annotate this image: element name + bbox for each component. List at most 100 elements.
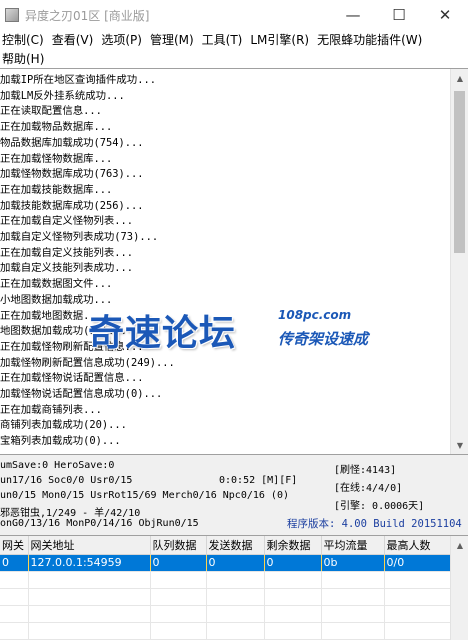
program-version: 程序版本: 4.00 Build 20151104 xyxy=(287,518,462,530)
empty-cell xyxy=(28,588,151,606)
empty-cell xyxy=(0,571,29,589)
status-line-2: un17/16 Soc0/0 Usr0/15 xyxy=(0,475,133,486)
log-line: 正在加载怪物说话配置信息... xyxy=(0,372,144,385)
empty-row xyxy=(0,605,451,623)
log-line: 加载LM反外挂系统成功... xyxy=(0,89,125,102)
empty-cell xyxy=(264,622,322,640)
status-line-1: umSave:0 HeroSave:0 xyxy=(0,460,115,471)
engine-counter: [引擎: 0.0006天] xyxy=(334,501,425,512)
empty-cell xyxy=(321,571,385,589)
empty-cell xyxy=(264,571,322,589)
empty-row xyxy=(0,622,451,640)
empty-cell xyxy=(384,605,451,623)
window-controls: — ☐ ✕ xyxy=(330,0,468,30)
empty-cell xyxy=(206,571,265,589)
log-line: 加载怪物刷新配置信息成功(249)... xyxy=(0,356,175,369)
log-line: 正在加载商铺列表... xyxy=(0,403,102,416)
empty-cell xyxy=(264,605,322,623)
empty-cell xyxy=(321,605,385,623)
log-scrollbar[interactable]: ▲ ▼ xyxy=(450,69,468,454)
scroll-thumb[interactable] xyxy=(454,91,465,253)
empty-cell xyxy=(206,622,265,640)
empty-cell xyxy=(150,588,207,606)
menu-item-r1-3[interactable]: 管理(M) xyxy=(148,31,200,48)
log-line: 加载IP所在地区查询插件成功... xyxy=(0,74,156,86)
online-counter: [在线:4/4/0] xyxy=(334,483,403,494)
menu-item-r1-0[interactable]: 控制(C) xyxy=(0,31,50,48)
empty-cell xyxy=(384,571,451,589)
empty-cell xyxy=(150,605,207,623)
empty-cell xyxy=(0,622,29,640)
empty-cell xyxy=(384,622,451,640)
gateway-table: 网关 网关地址 队列数据 发送数据 剩余数据 平均流量 最高人数 0 127.0.0.1:54… xyxy=(0,535,468,640)
empty-cell xyxy=(28,605,151,623)
menu-item-r1-6[interactable]: 无限蜂功能插件(W) xyxy=(315,31,428,48)
menu-row-2: 帮助(H) xyxy=(0,49,468,68)
column-header[interactable]: 平均流量 xyxy=(321,536,385,555)
column-header[interactable]: 队列数据 xyxy=(150,536,207,555)
log-line: 正在加载自定义技能列表... xyxy=(0,246,134,259)
menu-item-r1-5[interactable]: LM引擎(R) xyxy=(248,31,315,48)
table-scroll-up-icon[interactable]: ▲ xyxy=(451,536,468,554)
log-line: 加载怪物数据库成功(763)... xyxy=(0,168,144,181)
status-panel: umSave:0 HeroSave:0 un17/16 Soc0/0 Usr0/… xyxy=(0,455,468,535)
log-line: 正在加载地图数据... xyxy=(0,309,102,322)
table-cell: 0 xyxy=(150,554,207,572)
menu-row-1: 控制(C) 查看(V) 选项(P) 管理(M) 工具(T) LM引擎(R) 无限蜂功能插件(… xyxy=(0,30,468,49)
log-line: 正在加载怪物刷新配置信息... xyxy=(0,340,144,353)
column-header[interactable]: 发送数据 xyxy=(206,536,265,555)
app-icon xyxy=(5,8,19,22)
table-cell: 0 xyxy=(206,554,265,572)
log-line: 正在加载怪物数据库... xyxy=(0,152,113,165)
scroll-down-icon[interactable]: ▼ xyxy=(451,436,468,454)
menu-bar: 控制(C) 查看(V) 选项(P) 管理(M) 工具(T) LM引擎(R) 无限蜂功能插件(… xyxy=(0,30,468,68)
log-line: 加载怪物说话配置信息成功(0)... xyxy=(0,388,163,401)
column-header[interactable]: 最高人数 xyxy=(384,536,451,555)
empty-cell xyxy=(264,588,322,606)
log-line: 加载技能数据库成功(256)... xyxy=(0,199,144,212)
column-header[interactable]: 剩余数据 xyxy=(264,536,322,555)
empty-cell xyxy=(321,622,385,640)
table-cell: 127.0.0.1:54959 xyxy=(28,554,151,572)
log-lines: 加载IP所在地区查询插件成功... 加载LM反外挂系统成功... 正在读取配置信息.… xyxy=(0,73,448,450)
log-line: 地图数据加载成功(92)... xyxy=(0,325,127,338)
log-line: 物品数据库加载成功(754)... xyxy=(0,136,144,149)
table-cell: 0 xyxy=(0,554,29,572)
empty-row xyxy=(0,588,451,606)
log-panel: 加载IP所在地区查询插件成功... 加载LM反外挂系统成功... 正在读取配置信息.… xyxy=(0,68,468,455)
empty-cell xyxy=(0,605,29,623)
menu-item-r2-0[interactable]: 帮助(H) xyxy=(0,50,50,67)
menu-item-r1-1[interactable]: 查看(V) xyxy=(50,31,100,48)
status-line-3: un0/15 Mon0/15 UsrRot15/69 Merch0/16 Npc… xyxy=(0,490,289,501)
window-title: 异度之刃01区 [商业版] xyxy=(25,8,150,23)
empty-cell xyxy=(206,588,265,606)
table-scrollbar[interactable]: ▲ xyxy=(450,536,468,640)
log-line: 小地图数据加载成功... xyxy=(0,293,113,306)
menu-item-r1-4[interactable]: 工具(T) xyxy=(200,31,249,48)
table-row[interactable]: 0 127.0.0.1:54959 0 0 0 0b 0/0 xyxy=(0,554,451,572)
empty-cell xyxy=(0,588,29,606)
column-header[interactable]: 网关 xyxy=(0,536,29,555)
log-line: 加载自定义怪物列表成功(73)... xyxy=(0,231,159,244)
empty-cell xyxy=(150,571,207,589)
log-line: 正在加载物品数据库... xyxy=(0,121,113,134)
title-bar: 异度之刃01区 [商业版] — ☐ ✕ xyxy=(0,0,468,30)
scroll-up-icon[interactable]: ▲ xyxy=(451,69,468,87)
status-line-5: onG0/13/16 MonP0/14/16 ObjRun0/15 xyxy=(0,518,199,529)
empty-cell xyxy=(150,622,207,640)
status-time: 0:0:52 [M][F] xyxy=(219,475,298,486)
log-line: 正在加载自定义怪物列表... xyxy=(0,215,134,228)
table-cell: 0 xyxy=(264,554,322,572)
log-line: 加载自定义技能列表成功... xyxy=(0,262,134,275)
log-line: 商铺列表加载成功(20)... xyxy=(0,419,127,432)
minimize-icon[interactable]: — xyxy=(330,0,376,30)
log-line: 正在加载数据图文件... xyxy=(0,278,113,291)
log-line: 正在加载技能数据库... xyxy=(0,183,113,196)
close-icon[interactable]: ✕ xyxy=(422,0,468,30)
column-header[interactable]: 网关地址 xyxy=(28,536,151,555)
refresh-counter: [刷怪:4143] xyxy=(334,465,397,476)
empty-cell xyxy=(206,605,265,623)
maximize-icon[interactable]: ☐ xyxy=(376,0,422,30)
menu-item-r1-2[interactable]: 选项(P) xyxy=(99,31,148,48)
empty-row xyxy=(0,571,451,589)
